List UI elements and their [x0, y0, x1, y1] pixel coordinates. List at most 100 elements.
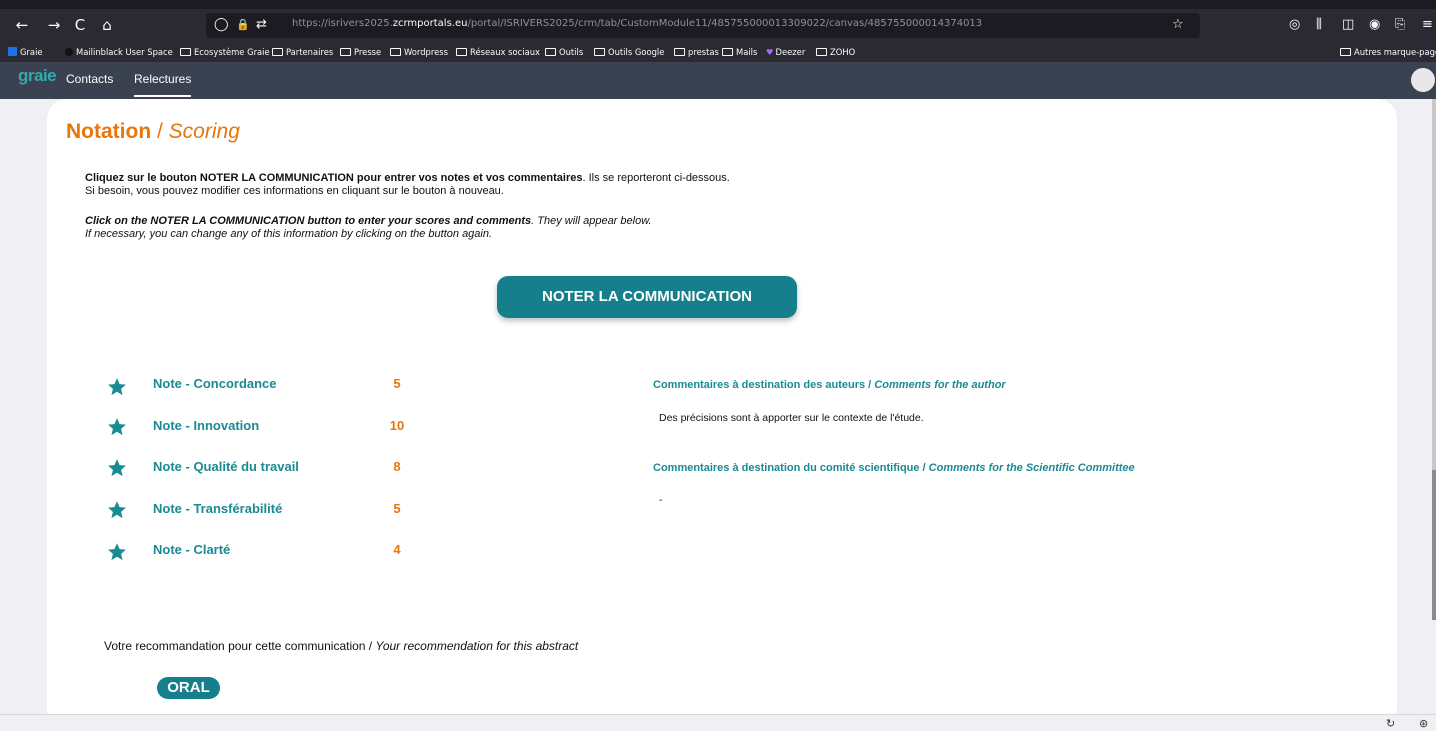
comments-authors-en: Comments for the author: [874, 379, 1006, 391]
instruction-fr-line1: Cliquez sur le bouton NOTER LA COMMUNICA…: [85, 172, 730, 184]
note-label-clarte: Note - Clarté: [153, 542, 231, 557]
bookmark-label: Wordpress: [404, 47, 448, 57]
forward-icon[interactable]: →: [44, 15, 64, 35]
bookmark-mails[interactable]: Mails: [722, 46, 757, 58]
instruction-en-rest: . They will appear below.: [531, 215, 652, 227]
bookmark-star-icon[interactable]: ☆: [1172, 16, 1184, 34]
sidebar-icon[interactable]: ◫: [1342, 17, 1354, 33]
bookmark-label: Mailinblack User Space: [76, 47, 173, 57]
reload-icon[interactable]: C: [70, 15, 90, 35]
folder-icon: [390, 48, 401, 56]
title-separator: /: [151, 120, 169, 143]
bookmark-other[interactable]: Autres marque-pages: [1340, 46, 1436, 58]
nav-relectures[interactable]: Relectures: [134, 72, 192, 97]
bookmark-partenaires[interactable]: Partenaires: [272, 46, 333, 58]
bookmark-wordpress[interactable]: Wordpress: [390, 46, 448, 58]
folder-icon: [545, 48, 556, 56]
avatar[interactable]: [1411, 68, 1435, 92]
star-icon: [108, 418, 126, 436]
comments-committee-heading: Commentaires à destination du comité sci…: [653, 462, 1135, 474]
bookmark-label: Ecosystème Graie: [194, 47, 270, 57]
back-icon[interactable]: ←: [12, 15, 32, 35]
bookmark-label: Outils Google: [608, 47, 665, 57]
tracking-shield-icon[interactable]: ◯: [214, 16, 229, 34]
title-main: Notation: [66, 120, 152, 143]
folder-icon: [594, 48, 605, 56]
account-icon[interactable]: ◉: [1369, 17, 1380, 33]
comments-authors-fr: Commentaires à destination des auteurs /: [653, 379, 875, 391]
folder-icon: [1340, 48, 1351, 56]
bookmark-outils-google[interactable]: Outils Google: [594, 46, 664, 58]
instruction-en-line2: If necessary, you can change any of this…: [85, 228, 493, 240]
instruction-fr-line2: Si besoin, vous pouvez modifier ces info…: [85, 185, 504, 197]
scrollbar-thumb[interactable]: [1432, 470, 1436, 620]
graie-icon: [8, 47, 17, 56]
instruction-fr-bold: Cliquez sur le bouton NOTER LA COMMUNICA…: [85, 172, 583, 184]
recommendation-fr: Votre recommandation pour cette communic…: [104, 639, 376, 653]
page-title: Notation / Scoring: [66, 120, 240, 144]
menu-icon[interactable]: ≡: [1422, 17, 1433, 33]
instruction-en-line1: Click on the NOTER LA COMMUNICATION butt…: [85, 215, 652, 227]
bookmark-label: Outils: [559, 47, 584, 57]
star-icon: [108, 378, 126, 396]
bookmark-presse[interactable]: Presse: [340, 46, 381, 58]
instruction-en-bold: Click on the NOTER LA COMMUNICATION butt…: [85, 215, 532, 227]
bookmark-graie[interactable]: Graie: [8, 46, 43, 58]
instruction-fr-rest: . Ils se reporteront ci-dessous.: [582, 172, 730, 184]
noter-la-communication-button[interactable]: NOTER LA COMMUNICATION: [497, 276, 797, 318]
nav-contacts[interactable]: Contacts: [66, 72, 113, 86]
help-icon[interactable]: ⊛: [1419, 717, 1428, 730]
lock-icon[interactable]: 🔒: [236, 16, 250, 34]
bookmark-label: Réseaux sociaux: [470, 47, 540, 57]
folder-icon: [816, 48, 827, 56]
bookmark-deezer[interactable]: ♥ Deezer: [766, 46, 805, 58]
bookmark-mailinblack[interactable]: Mailinblack User Space: [65, 46, 173, 58]
folder-icon: [180, 48, 191, 56]
note-label-concordance: Note - Concordance: [153, 376, 277, 391]
folder-icon: [722, 48, 733, 56]
extensions-icon[interactable]: ⎘: [1395, 17, 1405, 33]
tab-strip: [0, 0, 1436, 9]
home-icon[interactable]: ⌂: [97, 15, 117, 35]
recommendation-label: Votre recommandation pour cette communic…: [104, 639, 578, 653]
comments-authors-heading: Commentaires à destination des auteurs /…: [653, 379, 1006, 391]
permissions-icon[interactable]: ⇄: [256, 16, 267, 34]
recommendation-badge: ORAL: [157, 677, 220, 699]
bookmark-prestas[interactable]: prestas: [674, 46, 719, 58]
bookmarks-bar: Graie Mailinblack User Space Ecosystème …: [0, 42, 1436, 62]
pocket-icon[interactable]: ◎: [1289, 17, 1300, 33]
bookmark-ecosysteme-graie[interactable]: Ecosystème Graie: [180, 46, 270, 58]
note-value-transferabilite: 5: [393, 501, 401, 516]
bookmark-reseaux-sociaux[interactable]: Réseaux sociaux: [456, 46, 540, 58]
url-bar[interactable]: ◯ 🔒 ⇄ https://isrivers2025.zcrmportals.e…: [206, 13, 1200, 38]
bookmark-label: ZOHO: [830, 47, 856, 57]
comments-committee-en: Comments for the Scientific Committee: [928, 462, 1135, 474]
url-text[interactable]: https://isrivers2025.zcrmportals.eu/port…: [292, 18, 982, 29]
recommendation-en: Your recommendation for this abstract: [375, 639, 579, 653]
note-label-innovation: Note - Innovation: [153, 418, 260, 433]
mailinblack-icon: [65, 48, 73, 56]
comments-committee-text: -: [659, 494, 663, 506]
bookmark-label: Autres marque-pages: [1354, 47, 1436, 57]
sync-icon[interactable]: ↻: [1386, 717, 1395, 730]
app-header: graie Contacts Relectures: [0, 62, 1436, 99]
graie-logo[interactable]: graie: [18, 66, 57, 86]
bookmark-label: Mails: [736, 47, 758, 57]
bookmark-label: Deezer: [775, 47, 806, 57]
folder-icon: [456, 48, 467, 56]
bookmark-label: prestas: [688, 47, 719, 57]
bookmark-label: Graie: [20, 47, 43, 57]
note-label-qualite: Note - Qualité du travail: [153, 459, 299, 474]
note-label-transferabilite: Note - Transférabilité: [153, 501, 283, 516]
star-icon: [108, 459, 126, 477]
bookmark-zoho[interactable]: ZOHO: [816, 46, 855, 58]
folder-icon: [272, 48, 283, 56]
folder-icon: [340, 48, 351, 56]
status-bar: ↻ ⊛: [0, 714, 1436, 731]
comments-committee-fr: Commentaires à destination du comité sci…: [653, 462, 929, 474]
bookmark-outils[interactable]: Outils: [545, 46, 583, 58]
library-icon[interactable]: ⫼: [1316, 17, 1322, 33]
note-value-innovation: 10: [389, 418, 405, 433]
folder-icon: [674, 48, 685, 56]
heart-icon: ♥: [766, 47, 774, 57]
